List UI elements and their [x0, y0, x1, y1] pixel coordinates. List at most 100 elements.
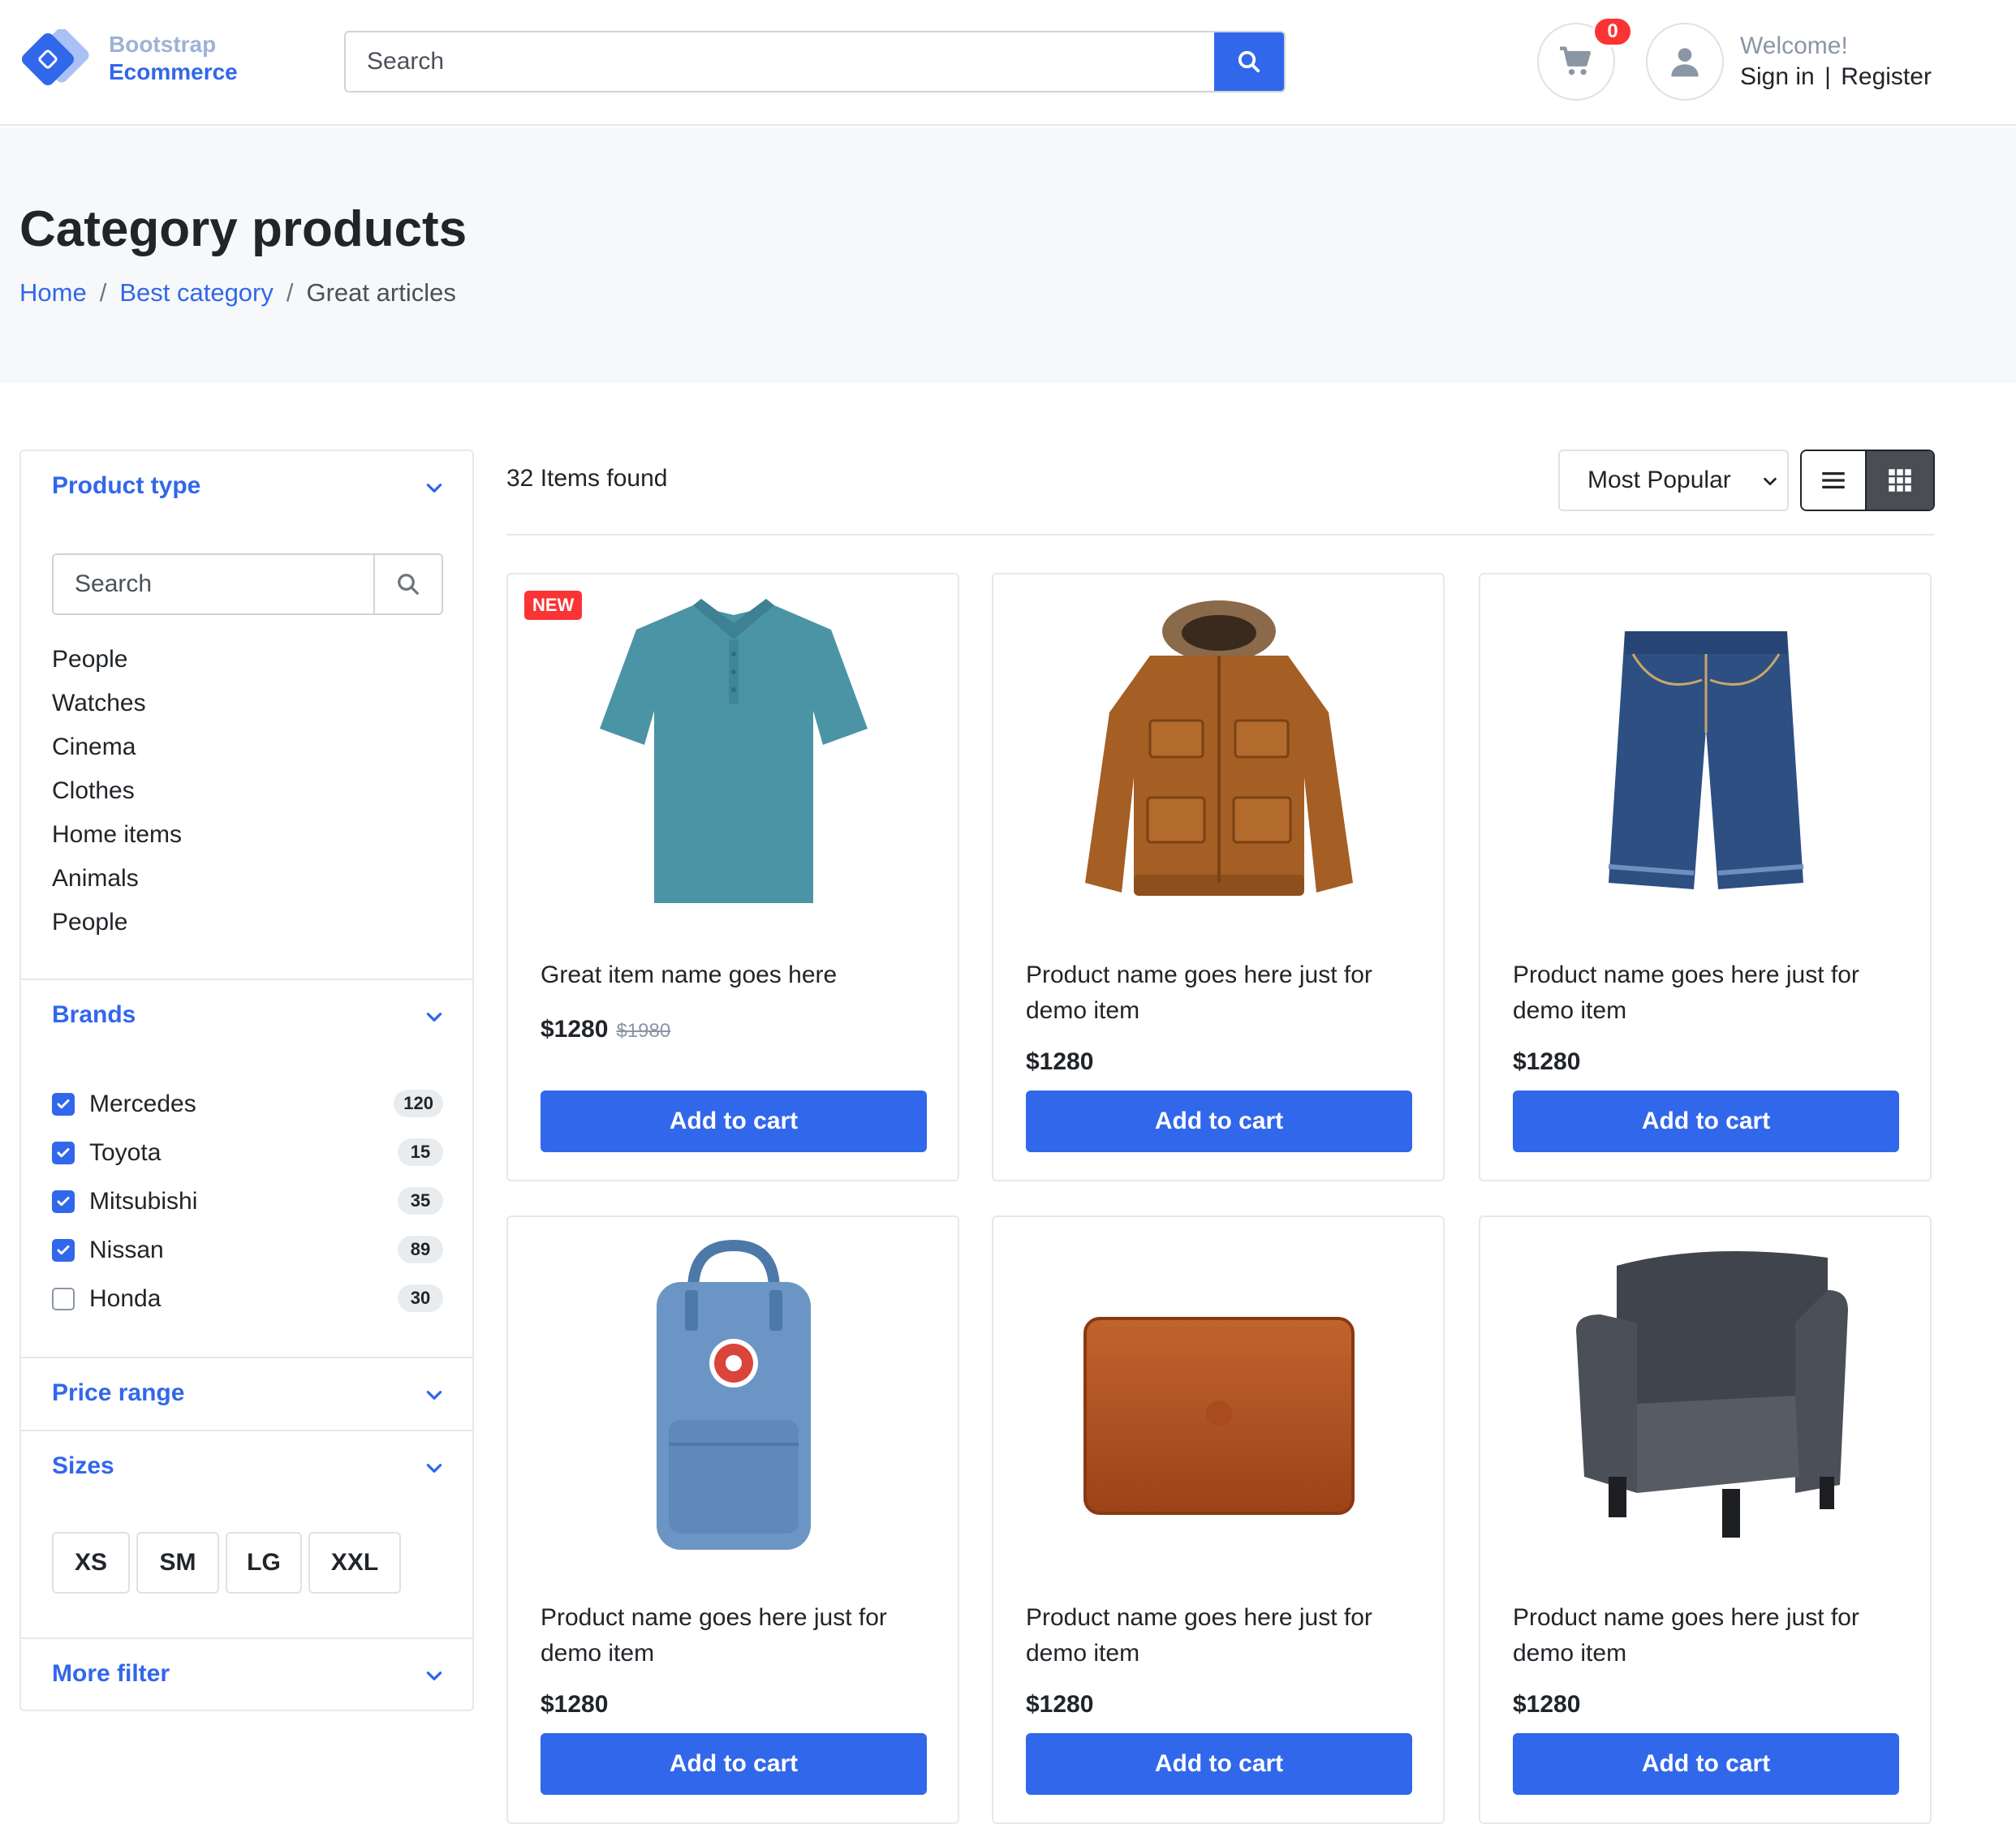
register-link[interactable]: Register [1841, 63, 1932, 90]
product-type-item[interactable]: People [52, 638, 182, 682]
brand-option-honda[interactable]: Honda 30 [52, 1279, 443, 1319]
brand-option-mercedes[interactable]: Mercedes 120 [52, 1084, 443, 1125]
product-type-item[interactable]: Watches [52, 682, 182, 725]
product-image-denim-shorts[interactable] [1529, 591, 1883, 915]
add-to-cart-button[interactable]: Add to cart [1513, 1733, 1899, 1795]
product-image-grey-armchair[interactable] [1529, 1233, 1883, 1558]
sign-in-link[interactable]: Sign in [1740, 63, 1815, 90]
product-price: $1280 [1513, 1048, 1581, 1075]
breadcrumb-best-category[interactable]: Best category [119, 278, 274, 308]
price-range-section: Price range [21, 1358, 472, 1431]
chevron-down-icon[interactable] [424, 1384, 445, 1405]
logo-line1: Bootstrap [109, 32, 217, 57]
brand-label: Mercedes [89, 1091, 196, 1117]
header-search-input[interactable] [346, 32, 1219, 91]
product-image-blue-backpack[interactable] [557, 1233, 911, 1558]
chevron-down-icon[interactable] [424, 1665, 445, 1686]
logo-text[interactable]: Bootstrap Ecommerce [109, 31, 238, 86]
brand-option-nissan[interactable]: Nissan 89 [52, 1230, 443, 1271]
product-type-item[interactable]: People [52, 901, 182, 944]
product-type-item[interactable]: Cinema [52, 725, 182, 769]
product-image-polo-shirt[interactable] [557, 591, 911, 915]
product-card[interactable]: NEW Great item name goes here $1280 $1980… [506, 573, 959, 1181]
logo-icon[interactable] [19, 28, 101, 94]
chevron-down-icon[interactable] [424, 1457, 445, 1478]
list-view-button[interactable] [1802, 451, 1867, 510]
welcome-text: Welcome! [1740, 32, 1848, 59]
check-icon [57, 1148, 70, 1158]
brand-count-badge: 89 [398, 1236, 443, 1263]
size-xxl-button[interactable]: XXL [308, 1532, 401, 1594]
product-type-toggle[interactable]: Product type [52, 472, 200, 500]
size-sm-button[interactable]: SM [136, 1532, 219, 1594]
brand-option-toyota[interactable]: Toyota 15 [52, 1133, 443, 1173]
size-lg-button[interactable]: LG [226, 1532, 302, 1594]
product-type-list: People Watches Cinema Clothes Home items… [52, 638, 182, 944]
brand-label: Toyota [89, 1139, 162, 1166]
product-price: $1280 [1026, 1048, 1094, 1075]
brand-option-mitsubishi[interactable]: Mitsubishi 35 [52, 1181, 443, 1222]
product-name[interactable]: Product name goes here just for demo ite… [1026, 957, 1415, 1029]
checkbox[interactable] [52, 1142, 75, 1164]
user-avatar-button[interactable] [1646, 23, 1724, 101]
search-icon [398, 574, 419, 595]
brand-label: Nissan [89, 1237, 164, 1263]
sizes-toggle[interactable]: Sizes [52, 1452, 114, 1480]
product-name[interactable]: Great item name goes here [541, 957, 930, 993]
size-xs-button[interactable]: XS [52, 1532, 130, 1594]
checkbox[interactable] [52, 1190, 75, 1213]
sort-select[interactable]: Most Popular [1558, 450, 1789, 511]
breadcrumb-divider: / [286, 278, 294, 307]
add-to-cart-button[interactable]: Add to cart [541, 1733, 927, 1795]
product-type-search-button[interactable] [373, 555, 442, 613]
chevron-down-icon[interactable] [424, 1006, 445, 1027]
product-type-item[interactable]: Home items [52, 813, 182, 857]
checkbox[interactable] [52, 1288, 75, 1310]
welcome-block: Welcome! Sign in | Register [1740, 31, 1932, 92]
product-name[interactable]: Product name goes here just for demo ite… [1026, 1600, 1415, 1671]
more-filter-toggle[interactable]: More filter [52, 1660, 170, 1688]
brands-toggle[interactable]: Brands [52, 1001, 136, 1029]
product-card[interactable]: Product name goes here just for demo ite… [506, 1215, 959, 1824]
product-card[interactable]: Product name goes here just for demo ite… [1479, 1215, 1932, 1824]
add-to-cart-button[interactable]: Add to cart [1026, 1091, 1412, 1152]
cart-icon [1560, 46, 1592, 75]
product-price: $1280 [1513, 1691, 1581, 1718]
product-card[interactable]: Product name goes here just for demo ite… [1479, 573, 1932, 1181]
chevron-down-icon[interactable] [424, 477, 445, 498]
grid-view-button[interactable] [1867, 451, 1933, 510]
filter-sidebar: Product type People Watches Cinema Cloth… [19, 450, 474, 1711]
top-header: Bootstrap Ecommerce 0 Welcome! Sign in |… [0, 0, 2016, 126]
price-range-toggle[interactable]: Price range [52, 1379, 184, 1407]
product-type-search [52, 553, 443, 615]
breadcrumb-home[interactable]: Home [19, 278, 87, 308]
more-filter-section: More filter [21, 1639, 472, 1710]
checkbox[interactable] [52, 1239, 75, 1262]
product-name[interactable]: Product name goes here just for demo ite… [1513, 957, 1902, 1029]
user-icon [1671, 48, 1699, 77]
product-price: $1280 [1026, 1691, 1094, 1718]
product-image-leather-sleeve[interactable] [1042, 1233, 1396, 1558]
current-price: $1280 [541, 1016, 609, 1043]
auth-separator: | [1824, 63, 1831, 90]
product-card[interactable]: Product name goes here just for demo ite… [992, 1215, 1445, 1824]
product-card[interactable]: Product name goes here just for demo ite… [992, 573, 1445, 1181]
product-type-item[interactable]: Animals [52, 857, 182, 901]
product-type-item[interactable]: Clothes [52, 769, 182, 813]
checkbox[interactable] [52, 1093, 75, 1116]
header-search-button[interactable] [1214, 32, 1284, 91]
add-to-cart-button[interactable]: Add to cart [1026, 1733, 1412, 1795]
brand-count-badge: 15 [398, 1138, 443, 1166]
product-name[interactable]: Product name goes here just for demo ite… [541, 1600, 930, 1671]
add-to-cart-button[interactable]: Add to cart [541, 1091, 927, 1152]
brand-count-badge: 35 [398, 1187, 443, 1215]
brand-count-badge: 120 [394, 1090, 443, 1117]
product-image-brown-jacket[interactable] [1042, 591, 1396, 915]
product-type-search-input[interactable] [54, 555, 375, 613]
product-name[interactable]: Product name goes here just for demo ite… [1513, 1600, 1902, 1671]
check-icon [57, 1099, 70, 1109]
check-icon [57, 1245, 70, 1255]
list-icon [1822, 472, 1845, 488]
search-icon [1238, 50, 1260, 73]
add-to-cart-button[interactable]: Add to cart [1513, 1091, 1899, 1152]
